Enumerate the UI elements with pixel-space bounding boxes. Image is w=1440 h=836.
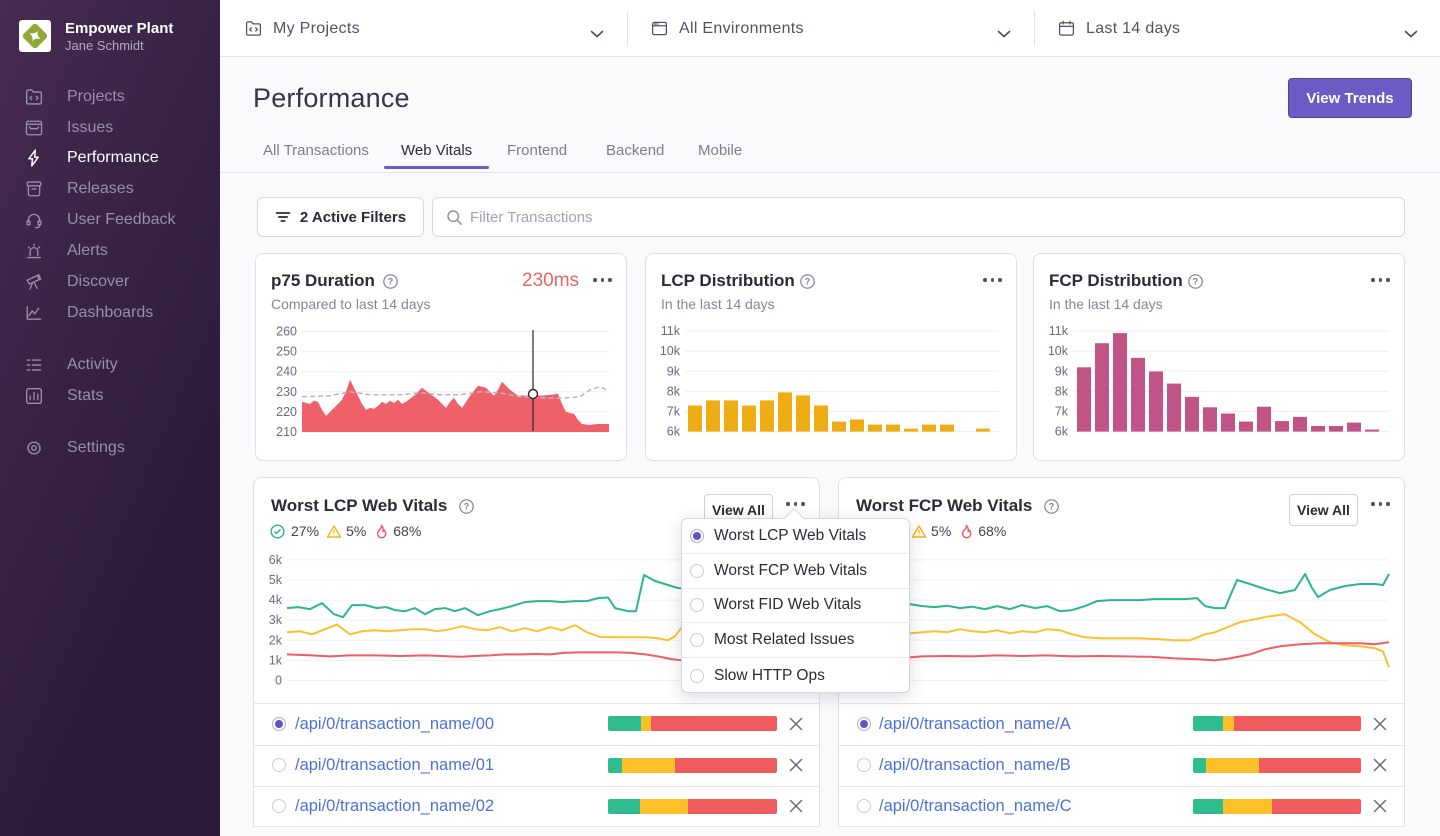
svg-text:?: ?: [1049, 502, 1055, 512]
svg-text:6k: 6k: [1055, 425, 1069, 439]
svg-text:230: 230: [276, 385, 297, 399]
svg-text:6k: 6k: [269, 553, 283, 567]
svg-text:5k: 5k: [269, 573, 283, 587]
svg-text:11k: 11k: [1049, 324, 1069, 338]
svg-text:250: 250: [276, 345, 297, 359]
svg-text:?: ?: [464, 502, 470, 512]
svg-text:4k: 4k: [269, 593, 283, 607]
svg-text:8k: 8k: [667, 384, 681, 398]
svg-text:220: 220: [276, 405, 297, 419]
svg-text:7k: 7k: [667, 405, 681, 419]
svg-text:?: ?: [388, 277, 394, 287]
svg-text:10k: 10k: [1048, 344, 1069, 358]
svg-text:?: ?: [1193, 277, 1199, 287]
svg-text:9k: 9k: [1055, 364, 1069, 378]
svg-text:240: 240: [276, 365, 297, 379]
svg-text:7k: 7k: [1055, 405, 1069, 419]
svg-text:6k: 6k: [667, 425, 681, 439]
svg-text:2k: 2k: [269, 633, 283, 647]
svg-text:10k: 10k: [660, 344, 681, 358]
svg-text:?: ?: [805, 277, 811, 287]
svg-text:0: 0: [275, 674, 282, 688]
svg-text:8k: 8k: [1055, 384, 1069, 398]
svg-text:1k: 1k: [269, 653, 283, 667]
svg-text:210: 210: [276, 425, 297, 439]
svg-text:260: 260: [276, 325, 297, 339]
svg-text:9k: 9k: [667, 364, 681, 378]
svg-text:11k: 11k: [661, 324, 681, 338]
svg-text:3k: 3k: [269, 613, 283, 627]
